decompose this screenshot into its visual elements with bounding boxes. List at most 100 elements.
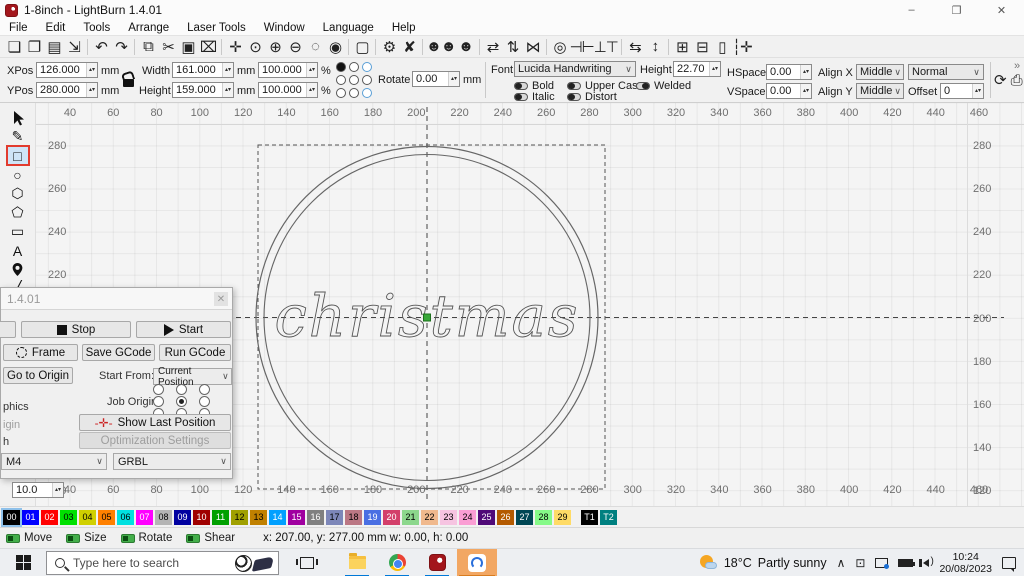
save-gcode-button[interactable]: Save GCode: [82, 344, 155, 361]
anchor-radio-4[interactable]: [349, 75, 359, 85]
job-origin-radio-1[interactable]: [176, 384, 187, 395]
layer-swatch-07[interactable]: 07: [136, 510, 153, 525]
distribute-horizontal-icon[interactable]: ⇆: [625, 37, 645, 57]
hspace-field[interactable]: 0.00▴▾: [766, 64, 812, 80]
aspect-lock-icon[interactable]: [123, 79, 134, 87]
frame-selection-icon[interactable]: ◌: [305, 37, 325, 57]
layer-swatch-24[interactable]: 24: [459, 510, 476, 525]
grid-array-icon[interactable]: ⊞: [672, 37, 692, 57]
battery-icon[interactable]: [898, 559, 913, 567]
select-tool[interactable]: [8, 109, 28, 126]
status-toggle-shear[interactable]: Shear: [186, 532, 235, 544]
taskbar-search[interactable]: Type here to search: [46, 551, 279, 575]
menu-file[interactable]: File: [0, 21, 37, 35]
new-file-icon[interactable]: ❏: [4, 37, 24, 57]
layer-swatch-27[interactable]: 27: [516, 510, 533, 525]
menu-arrange[interactable]: Arrange: [119, 21, 178, 35]
font-height-spinner[interactable]: ▴▾: [709, 62, 720, 76]
flip-horizontal-icon[interactable]: ⇄: [483, 37, 503, 57]
vspace-spinner[interactable]: ▴▾: [800, 84, 811, 98]
layer-swatch-T2[interactable]: T2: [600, 510, 617, 525]
draw-lines-tool[interactable]: ✎: [8, 128, 28, 145]
rotate-field[interactable]: 0.00▴▾: [412, 71, 460, 87]
paste-icon[interactable]: ▣: [178, 37, 198, 57]
redo-icon[interactable]: ↷: [111, 37, 131, 57]
layer-swatch-23[interactable]: 23: [440, 510, 457, 525]
dock-panel-icon[interactable]: ⊟: [692, 37, 712, 57]
layer-swatch-18[interactable]: 18: [345, 510, 362, 525]
lightburn-taskbar-button[interactable]: [417, 549, 457, 576]
align-horizontal-icon[interactable]: ⊣⊢: [570, 37, 594, 57]
job-origin-radio-3[interactable]: [153, 396, 164, 407]
undo-icon[interactable]: ↶: [91, 37, 111, 57]
frame-button[interactable]: Frame: [3, 344, 78, 361]
layer-swatch-16[interactable]: 16: [307, 510, 324, 525]
menu-laser-tools[interactable]: Laser Tools: [178, 21, 255, 35]
ypos-field[interactable]: 280.000▴▾: [36, 82, 98, 98]
status-toggle-size[interactable]: Size: [66, 532, 106, 544]
goto-origin-button[interactable]: Go to Origin: [3, 367, 73, 384]
anchor-radio-7[interactable]: [349, 88, 359, 98]
vspace-field[interactable]: 0.00▴▾: [766, 83, 812, 99]
doc-position-icon[interactable]: ▯: [712, 37, 732, 57]
hpct-spinner[interactable]: ▴▾: [306, 83, 317, 97]
start-button[interactable]: [0, 549, 46, 576]
layer-swatch-21[interactable]: 21: [402, 510, 419, 525]
layer-swatch-13[interactable]: 13: [250, 510, 267, 525]
position-laser-tool[interactable]: [8, 261, 28, 278]
center-focus-icon[interactable]: ◎: [550, 37, 570, 57]
italic-toggle[interactable]: Italic: [514, 91, 555, 103]
anchor-radio-8[interactable]: [362, 88, 372, 98]
close-button[interactable]: ✕: [979, 0, 1024, 20]
flip-vertical-icon[interactable]: ⇅: [503, 37, 523, 57]
layer-swatch-02[interactable]: 02: [41, 510, 58, 525]
copy-icon[interactable]: ⧉: [138, 37, 158, 57]
layer-swatch-25[interactable]: 25: [478, 510, 495, 525]
rectangle-tool[interactable]: □: [8, 147, 28, 164]
mirror-line-icon[interactable]: ⋈: [523, 37, 543, 57]
layer-swatch-09[interactable]: 09: [174, 510, 191, 525]
layer-swatch-12[interactable]: 12: [231, 510, 248, 525]
multi-user-icon[interactable]: ☻☻: [426, 37, 456, 57]
font-family-dropdown[interactable]: Lucida Handwriting∨: [514, 61, 636, 77]
layer-swatch-10[interactable]: 10: [193, 510, 210, 525]
weld-mode-dropdown[interactable]: Normal∨: [908, 64, 984, 80]
job-origin-radio-5[interactable]: [199, 396, 210, 407]
text-tool[interactable]: A: [8, 242, 28, 259]
xpos-spinner[interactable]: ▴▾: [86, 63, 97, 77]
layer-swatch-28[interactable]: 28: [535, 510, 552, 525]
tray-chevron-icon[interactable]: ∧: [837, 556, 846, 570]
anchor-radio-3[interactable]: [336, 75, 346, 85]
anchor-radio-1[interactable]: [349, 62, 359, 72]
distort-toggle[interactable]: Distort: [567, 91, 617, 103]
offset-spinner[interactable]: ▴▾: [972, 84, 983, 98]
menu-language[interactable]: Language: [314, 21, 383, 35]
welded-toggle[interactable]: Welded: [636, 80, 691, 92]
layer-swatch-05[interactable]: 05: [98, 510, 115, 525]
width-spinner[interactable]: ▴▾: [222, 63, 233, 77]
tablet-mode-icon[interactable]: ⊡: [855, 556, 865, 570]
font-height-field[interactable]: 22.70▴▾: [673, 61, 721, 77]
width-percent-field[interactable]: 100.000▴▾: [258, 62, 318, 78]
height-percent-field[interactable]: 100.000▴▾: [258, 82, 318, 98]
layer-swatch-04[interactable]: 04: [79, 510, 96, 525]
layer-swatch-20[interactable]: 20: [383, 510, 400, 525]
layer-swatch-01[interactable]: 01: [22, 510, 39, 525]
show-last-position-button[interactable]: -✛-Show Last Position: [79, 414, 231, 431]
distribute-vertical-icon[interactable]: ↕: [645, 37, 665, 57]
stop-button[interactable]: Stop: [21, 321, 131, 338]
layer-swatch-T1[interactable]: T1: [581, 510, 598, 525]
import-file-icon[interactable]: ⇲: [64, 37, 84, 57]
layer-swatch-29[interactable]: 29: [554, 510, 571, 525]
hspace-spinner[interactable]: ▴▾: [800, 65, 811, 79]
height-spinner[interactable]: ▴▾: [222, 83, 233, 97]
mode-dropdown[interactable]: M4∨: [1, 453, 107, 470]
laser-sync-icon[interactable]: ⟳: [994, 72, 1007, 89]
user-icon[interactable]: ☻: [456, 37, 476, 57]
speed-field-partial[interactable]: 10.0▴▾: [12, 482, 64, 498]
chrome-button[interactable]: [377, 549, 417, 576]
layer-swatch-19[interactable]: 19: [364, 510, 381, 525]
device-settings-icon[interactable]: ⚙: [379, 37, 399, 57]
offset-field[interactable]: 0▴▾: [940, 83, 984, 99]
file-explorer-button[interactable]: [337, 549, 377, 576]
